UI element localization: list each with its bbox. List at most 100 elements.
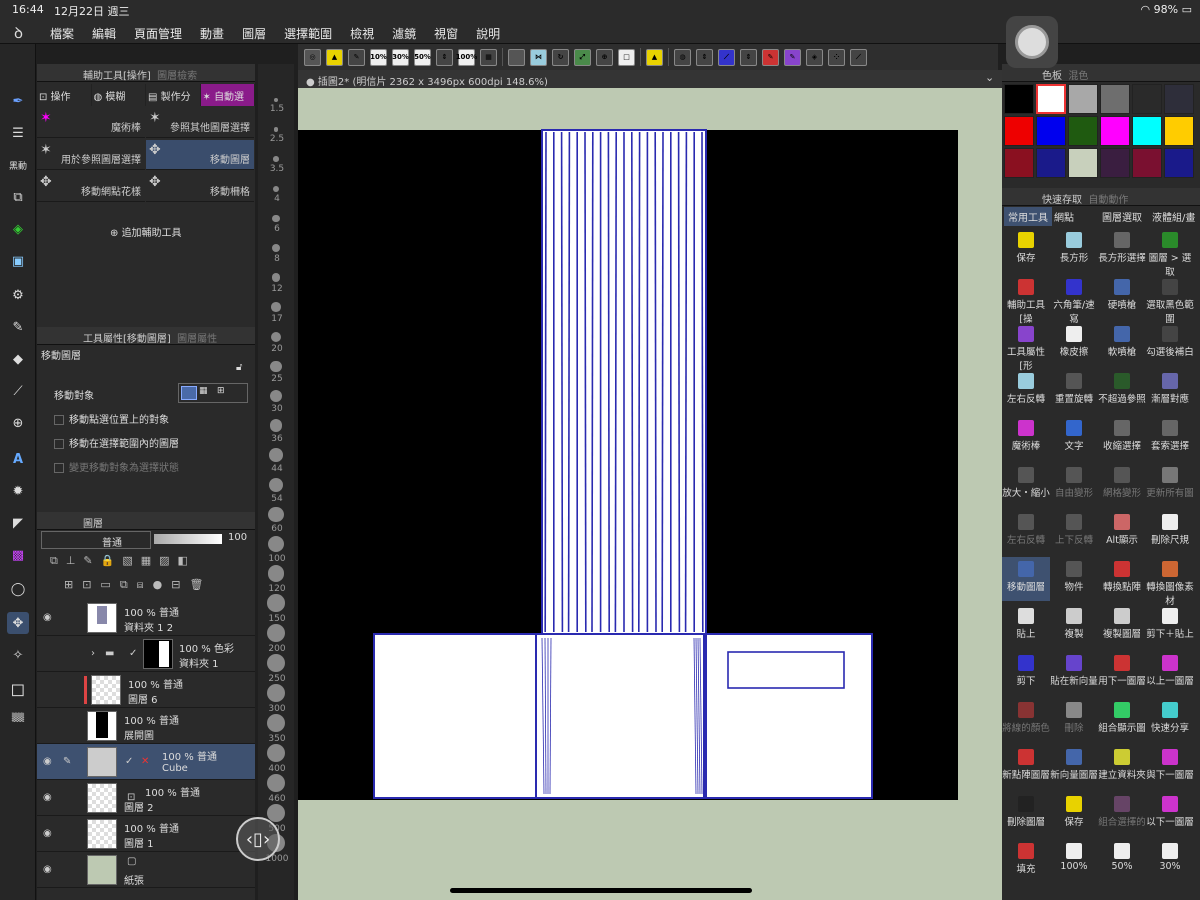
- tab-blur[interactable]: ◍ 模糊: [92, 84, 146, 106]
- quick-action-button[interactable]: 30%: [1146, 839, 1194, 883]
- cmd-target-icon[interactable]: ⊕: [596, 48, 613, 66]
- menu-help[interactable]: 說明: [476, 25, 500, 42]
- auto-action-icon[interactable]: 黑動: [7, 154, 29, 176]
- color-swatch-icon[interactable]: ◻: [7, 678, 29, 700]
- subtool-tab-inactive[interactable]: 圖層檢索: [157, 71, 197, 82]
- quick-action-button[interactable]: 刪除: [1050, 698, 1098, 742]
- quick-action-button[interactable]: 六角筆/速寫: [1050, 275, 1098, 325]
- quick-action-button[interactable]: 不超過參照: [1098, 369, 1146, 413]
- quick-action-button[interactable]: 橡皮擦: [1050, 322, 1098, 366]
- cmd-stepper-icon[interactable]: ⇕: [436, 48, 453, 66]
- app-logo-icon[interactable]: ꝺ: [14, 23, 23, 43]
- property-tab-active[interactable]: 工具屬性[移動圖層]: [83, 334, 171, 345]
- quick-action-button[interactable]: 複製: [1050, 604, 1098, 648]
- tab-split[interactable]: ▤ 製作分: [146, 84, 201, 106]
- color-swatch[interactable]: [1004, 116, 1034, 146]
- subtool-move-layer[interactable]: ✥ 移動圖層: [146, 140, 254, 170]
- mixing-tab[interactable]: 混色: [1068, 71, 1088, 82]
- color-swatch[interactable]: [1132, 84, 1162, 114]
- cmd-globe-icon[interactable]: ◍: [674, 48, 691, 66]
- pencil-tool-icon[interactable]: ✎: [7, 316, 29, 338]
- quick-set-tab-tone[interactable]: 網點: [1054, 209, 1074, 224]
- option-move-clicked[interactable]: 移動點選位置上的對象: [54, 411, 169, 426]
- brush-size-dot[interactable]: [270, 360, 282, 372]
- brush-size-dot[interactable]: [272, 244, 280, 252]
- brush-size-dot[interactable]: [267, 565, 285, 582]
- pen-tool-icon[interactable]: ✒: [7, 90, 29, 112]
- layer-row-unfold[interactable]: 100 % 普通 展開圖: [37, 708, 255, 744]
- quick-action-button[interactable]: 轉換點陣: [1098, 557, 1146, 601]
- eye-icon[interactable]: ◉: [43, 828, 52, 839]
- property-tab-inactive[interactable]: 圖層屬性: [177, 334, 217, 345]
- brush-size-dot[interactable]: [267, 594, 285, 612]
- quick-action-button[interactable]: 新向量圖層: [1050, 745, 1098, 789]
- quick-action-button[interactable]: 輔助工具[操: [1002, 275, 1050, 325]
- quick-set-tab-layer[interactable]: 圖層選取: [1102, 209, 1142, 224]
- color-swatch[interactable]: [1068, 148, 1098, 178]
- cmd-brush-icon[interactable]: ✎: [784, 48, 801, 66]
- quick-action-button[interactable]: 圖層 > 選取: [1146, 228, 1194, 278]
- quick-action-button[interactable]: Alt顯示: [1098, 510, 1146, 554]
- color-swatch[interactable]: [1164, 116, 1194, 146]
- brush-size-dot[interactable]: [269, 448, 283, 462]
- quick-action-button[interactable]: 新點陣圖層: [1002, 745, 1050, 789]
- eraser-tool-icon[interactable]: ◆: [7, 348, 29, 370]
- subtool-tab-active[interactable]: 輔助工具[操作]: [83, 71, 151, 82]
- tab-operation[interactable]: ⊡ 操作: [37, 84, 92, 106]
- quick-action-button[interactable]: 快速分享: [1146, 698, 1194, 742]
- quick-set-tab-liquid[interactable]: 液體組/畫: [1152, 209, 1195, 224]
- checkbox[interactable]: [54, 463, 64, 473]
- quick-action-button[interactable]: 複製圖層: [1098, 604, 1146, 648]
- cmd-fill-icon[interactable]: [508, 48, 525, 66]
- option-change-to-selection[interactable]: 變更移動對象為選擇狀態: [54, 459, 179, 474]
- quick-action-button[interactable]: 上下反轉: [1050, 510, 1098, 554]
- color-swatch[interactable]: [1036, 84, 1066, 114]
- quick-action-button[interactable]: 長方形: [1050, 228, 1098, 272]
- menu-selection[interactable]: 選擇範圍: [284, 25, 332, 42]
- color-swatch[interactable]: [1132, 116, 1162, 146]
- brush-size-dot[interactable]: [270, 331, 282, 342]
- color-swatch[interactable]: [1100, 148, 1130, 178]
- quick-action-button[interactable]: 刪除尺規: [1146, 510, 1194, 554]
- cmd-zoom-50[interactable]: 50%: [414, 48, 431, 66]
- layer-row-paper[interactable]: ◉ ▢ 紙張: [37, 852, 255, 888]
- ruler-tool-icon[interactable]: ◤: [7, 512, 29, 534]
- menu-file[interactable]: 檔案: [50, 25, 74, 42]
- panel-toggle-button[interactable]: ‹▯›: [236, 817, 280, 861]
- cmd-eyedrop-icon[interactable]: ⟋: [850, 48, 867, 66]
- quick-action-button[interactable]: 重置旋轉: [1050, 369, 1098, 413]
- menu-edit[interactable]: 編輯: [92, 25, 116, 42]
- gradient-tool-icon[interactable]: ▩: [7, 544, 29, 566]
- mesh-tool-icon[interactable]: ◈: [7, 218, 29, 240]
- menu-animation[interactable]: 動畫: [200, 25, 224, 42]
- quick-action-button[interactable]: 收縮選擇: [1098, 416, 1146, 460]
- quick-action-button[interactable]: 建立資料夾: [1098, 745, 1146, 789]
- quick-action-button[interactable]: 用下一圖層: [1098, 651, 1146, 695]
- target-layer-icon[interactable]: [181, 386, 197, 400]
- quick-action-button[interactable]: 將線的顏色: [1002, 698, 1050, 742]
- menu-page[interactable]: 頁面管理: [134, 25, 182, 42]
- subtool-ref-select[interactable]: ✶ 參照其他圖層選擇: [146, 108, 254, 138]
- color-swatch[interactable]: [1100, 116, 1130, 146]
- gear-icon[interactable]: ⚙: [7, 284, 29, 306]
- quick-action-button[interactable]: 轉換圖像素材: [1146, 557, 1194, 607]
- chevron-right-icon[interactable]: ›: [91, 648, 95, 659]
- color-swatch[interactable]: [1036, 148, 1066, 178]
- menu-window[interactable]: 視窗: [434, 25, 458, 42]
- cmd-square-icon[interactable]: □: [618, 48, 635, 66]
- quick-action-button[interactable]: 貼上: [1002, 604, 1050, 648]
- quick-action-button[interactable]: 硬噴槍: [1098, 275, 1146, 319]
- subtool-move-tone[interactable]: ✥ 移動網點花樣: [37, 172, 145, 202]
- layer-row-6[interactable]: 100 % 普通 圖層 6: [37, 672, 255, 708]
- quick-action-button[interactable]: 更新所有圖: [1146, 463, 1194, 507]
- color-swatch[interactable]: [1100, 84, 1130, 114]
- quick-action-button[interactable]: 移動圖層: [1002, 557, 1050, 601]
- cmd-save-icon[interactable]: ▲: [326, 48, 343, 66]
- checkbox[interactable]: [54, 415, 64, 425]
- brush-size-dot[interactable]: [271, 273, 281, 282]
- select-move-icon[interactable]: ✧: [7, 644, 29, 666]
- quick-action-button[interactable]: 放大・縮小: [1002, 463, 1050, 507]
- tab-auto-select[interactable]: ✶ 自動選: [200, 84, 255, 106]
- quick-action-button[interactable]: 保存: [1050, 792, 1098, 836]
- menu-view[interactable]: 檢視: [350, 25, 374, 42]
